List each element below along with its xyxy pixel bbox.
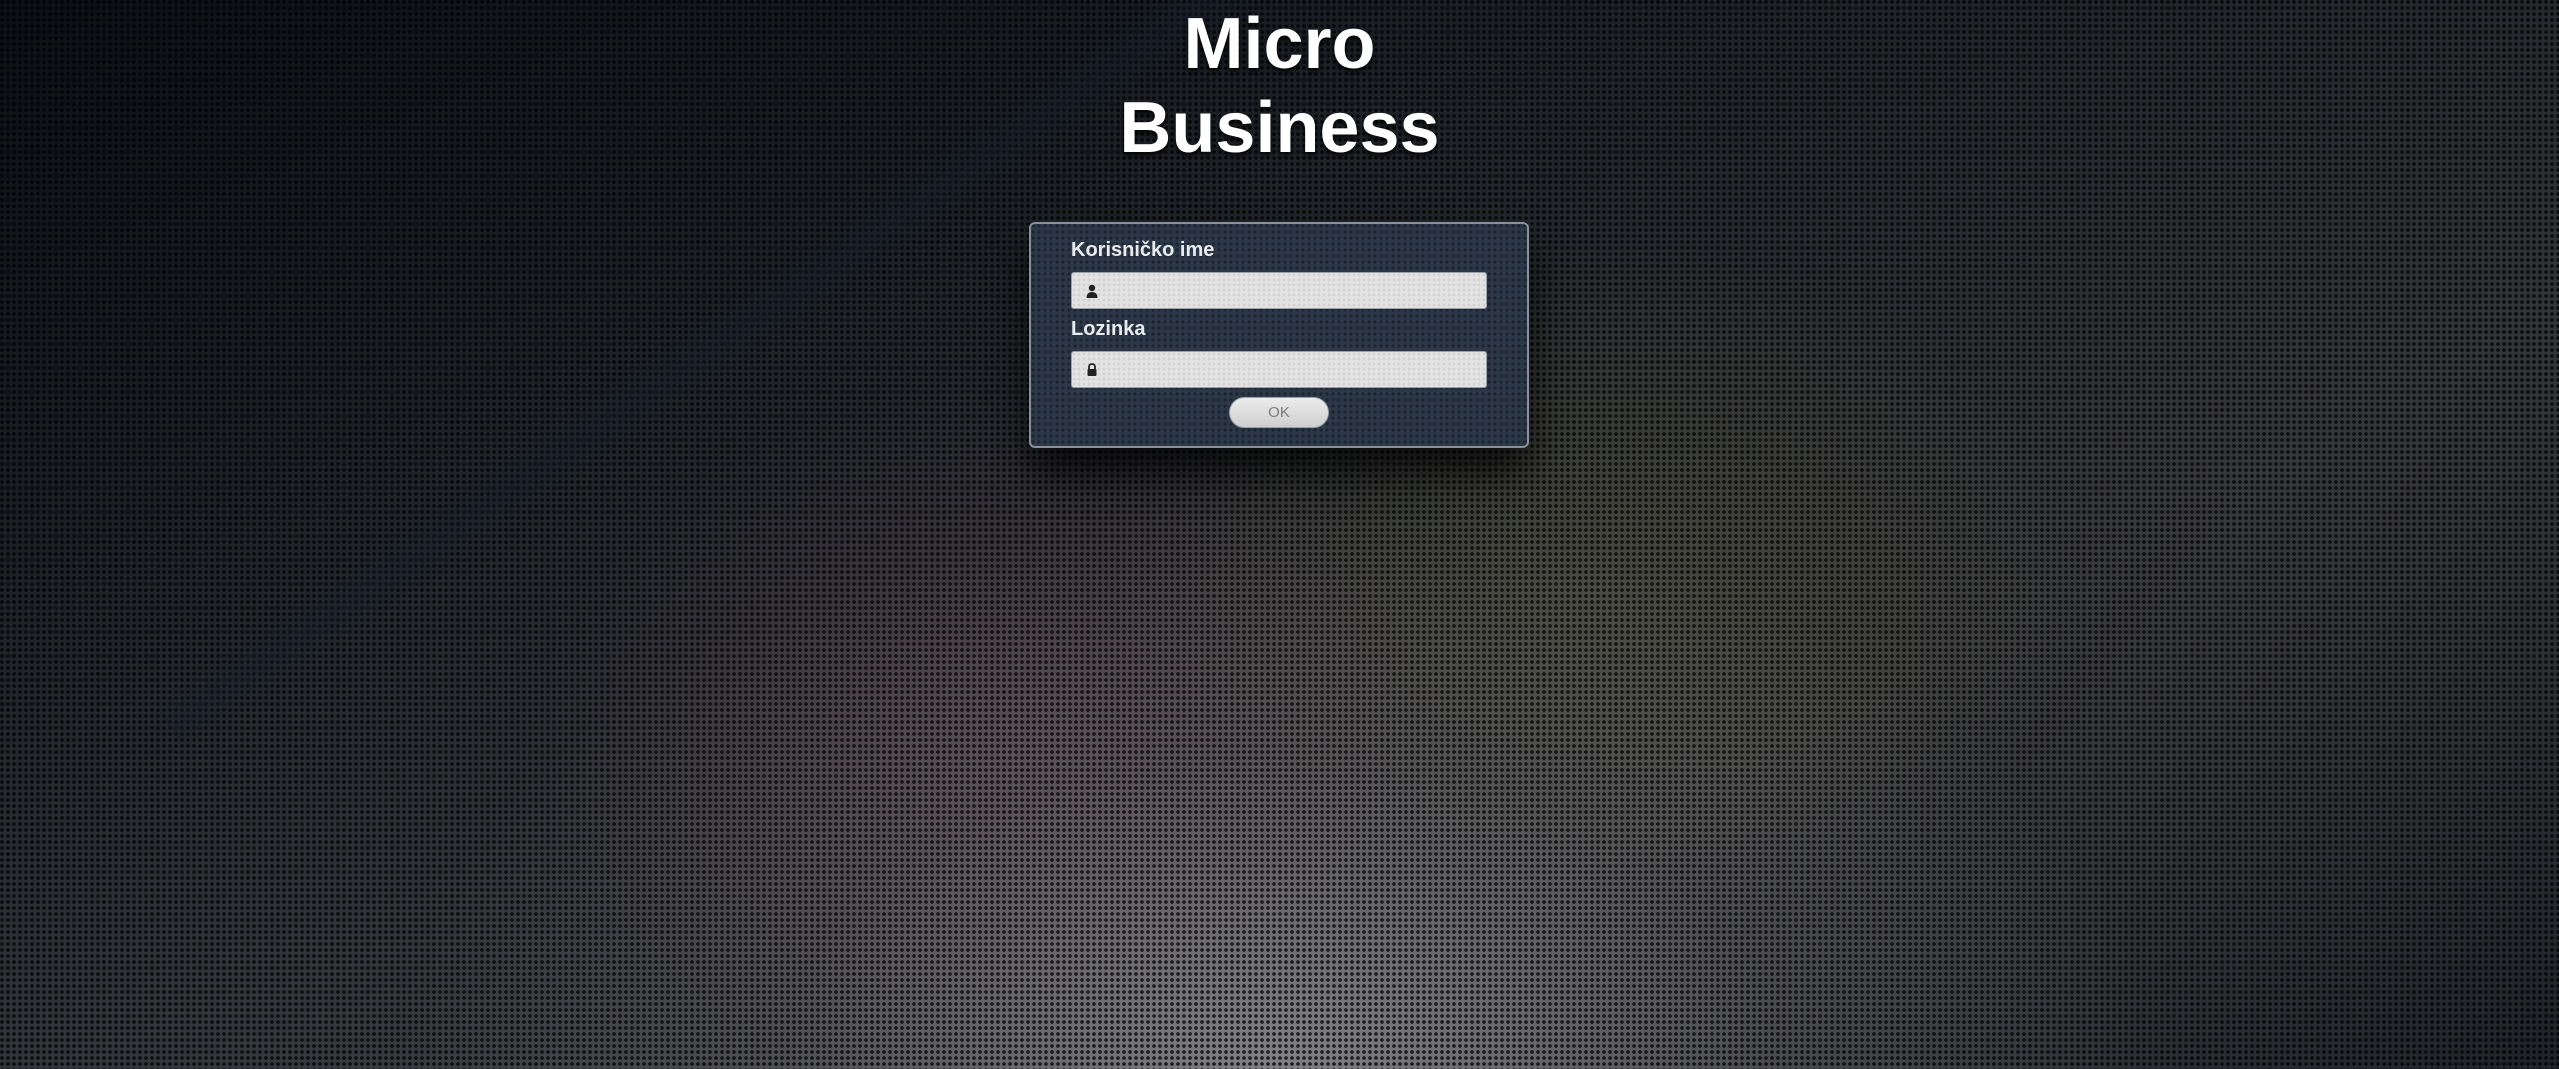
ok-button[interactable]: OK xyxy=(1229,397,1329,428)
lock-icon xyxy=(1087,363,1097,376)
password-field-container[interactable] xyxy=(1071,351,1487,388)
app-title-line-1: Micro xyxy=(1183,4,1376,84)
password-label: Lozinka xyxy=(1071,318,1146,340)
password-input[interactable] xyxy=(1108,352,1478,387)
app-title-line-2: Business xyxy=(1119,88,1440,168)
username-input[interactable] xyxy=(1108,273,1478,308)
user-icon xyxy=(1086,284,1098,298)
login-panel: Korisničko ime Lozinka OK xyxy=(1029,222,1529,448)
app-title: Micro Business xyxy=(0,2,2559,170)
username-label: Korisničko ime xyxy=(1071,239,1215,261)
username-field-container[interactable] xyxy=(1071,272,1487,309)
